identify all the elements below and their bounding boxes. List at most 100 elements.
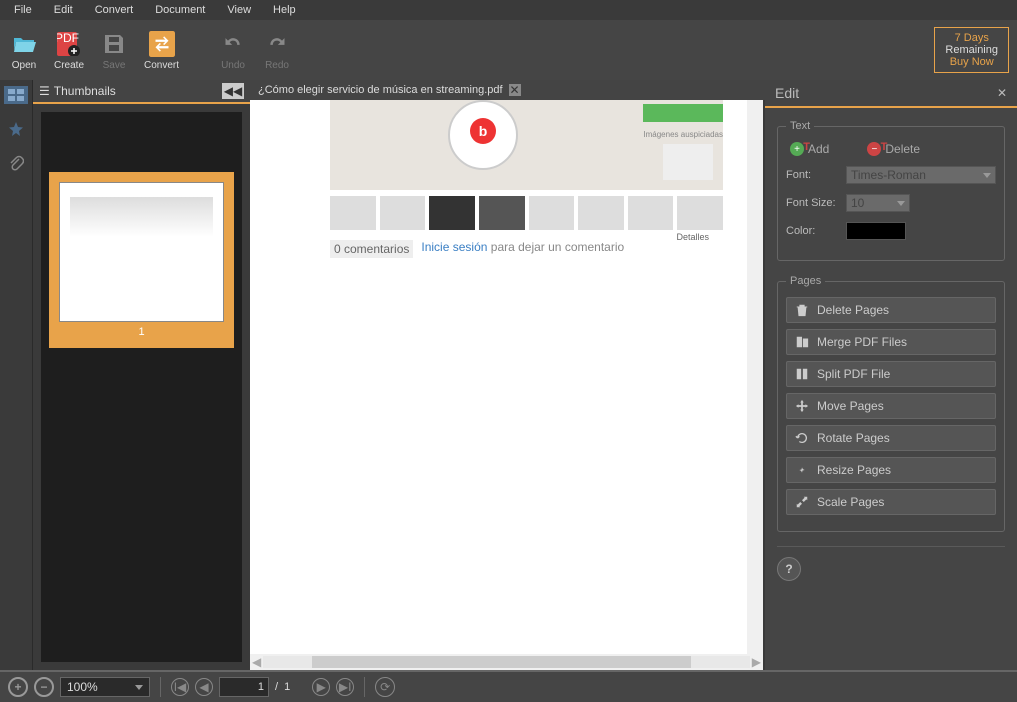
zoom-in-button[interactable]: + xyxy=(8,677,28,697)
thumbnails-panel: ☰ Thumbnails ◀◀ 1 xyxy=(32,80,250,670)
add-text-button[interactable]: + Add xyxy=(790,142,829,156)
chevron-down-icon xyxy=(135,685,143,690)
download-button xyxy=(643,104,723,122)
convert-button[interactable]: Convert xyxy=(142,28,181,73)
trial-buy-label: Buy Now xyxy=(945,56,998,68)
chevron-down-icon xyxy=(897,201,905,206)
pages-fieldset: Pages Delete Pages Merge PDF Files Split… xyxy=(777,275,1005,532)
text-legend: Text xyxy=(786,120,814,132)
document-viewport[interactable]: b Imágenes auspiciadas 0 comentarios Ini… xyxy=(250,100,763,670)
save-button[interactable]: Save xyxy=(98,28,130,73)
beats-logo: b xyxy=(470,118,496,144)
pdf-create-icon: PDF xyxy=(55,30,83,58)
undo-label: Undo xyxy=(221,60,245,71)
minus-icon: − xyxy=(867,142,881,156)
undo-icon xyxy=(219,30,247,58)
document-tab-title: ¿Cómo elegir servicio de música en strea… xyxy=(258,84,503,96)
create-button[interactable]: PDF Create xyxy=(52,28,86,73)
image-row xyxy=(330,196,723,230)
resize-pages-button[interactable]: Resize Pages xyxy=(786,457,996,483)
svg-text:PDF: PDF xyxy=(57,32,79,45)
horizontal-scrollbar[interactable]: ◀ ▶ xyxy=(250,654,763,670)
merge-pdf-button[interactable]: Merge PDF Files xyxy=(786,329,996,355)
page-input[interactable] xyxy=(219,677,269,697)
minus-icon: − xyxy=(40,680,47,694)
menu-file[interactable]: File xyxy=(4,2,42,18)
document-tab[interactable]: ¿Cómo elegir servicio de música en strea… xyxy=(250,80,765,100)
trial-buy-now-button[interactable]: 7 Days Remaining Buy Now xyxy=(934,27,1009,73)
scale-pages-button[interactable]: Scale Pages xyxy=(786,489,996,515)
plus-icon: + xyxy=(14,680,21,694)
last-icon: ▶I xyxy=(339,680,352,694)
menu-edit[interactable]: Edit xyxy=(44,2,83,18)
first-icon: I◀ xyxy=(174,680,187,694)
color-picker[interactable] xyxy=(846,222,906,240)
split-icon xyxy=(795,367,809,381)
move-pages-button[interactable]: Move Pages xyxy=(786,393,996,419)
help-button[interactable]: ? xyxy=(777,557,801,581)
redo-label: Redo xyxy=(265,60,289,71)
menu-bar: File Edit Convert Document View Help xyxy=(0,0,1017,20)
page-separator: / xyxy=(275,681,278,693)
trial-remaining: Remaining xyxy=(945,44,998,56)
delete-text-button[interactable]: − Delete xyxy=(867,142,920,156)
resize-icon xyxy=(795,463,809,477)
thumbnails-header: ☰ Thumbnails ◀◀ xyxy=(33,80,250,104)
attachments-tab[interactable] xyxy=(4,154,28,172)
move-icon xyxy=(795,399,809,413)
scale-icon xyxy=(795,495,809,509)
edit-panel: Edit ✕ Text + Add − Delete xyxy=(765,80,1017,670)
menu-document[interactable]: Document xyxy=(145,2,215,18)
redo-icon xyxy=(263,30,291,58)
vertical-scrollbar[interactable] xyxy=(747,100,763,654)
menu-convert[interactable]: Convert xyxy=(85,2,144,18)
close-tab-button[interactable]: ✕ xyxy=(509,84,521,96)
rotate-pages-button[interactable]: Rotate Pages xyxy=(786,425,996,451)
merge-icon xyxy=(795,335,809,349)
help-icon: ? xyxy=(785,562,792,576)
thumbnails-tab[interactable] xyxy=(4,86,28,104)
undo-button[interactable]: Undo xyxy=(217,28,249,73)
chevron-down-icon xyxy=(983,173,991,178)
prev-page-button[interactable]: ◀ xyxy=(195,678,213,696)
last-page-button[interactable]: ▶I xyxy=(336,678,354,696)
save-icon xyxy=(100,30,128,58)
fontsize-label: Font Size: xyxy=(786,197,846,209)
menu-view[interactable]: View xyxy=(217,2,261,18)
next-page-button[interactable]: ▶ xyxy=(312,678,330,696)
font-label: Font: xyxy=(786,169,846,181)
create-label: Create xyxy=(54,60,84,71)
menu-help[interactable]: Help xyxy=(263,2,306,18)
refresh-icon: ⟳ xyxy=(380,680,390,694)
trash-icon xyxy=(795,303,809,317)
save-label: Save xyxy=(103,60,126,71)
open-button[interactable]: Open xyxy=(8,28,40,73)
zoom-select[interactable]: 100% xyxy=(60,677,150,697)
folder-open-icon xyxy=(10,30,38,58)
close-icon: ✕ xyxy=(510,83,520,97)
rotate-icon xyxy=(795,431,809,445)
side-tabs xyxy=(0,80,32,670)
first-page-button[interactable]: I◀ xyxy=(171,678,189,696)
close-panel-button[interactable]: ✕ xyxy=(997,84,1007,102)
scroll-right-icon[interactable]: ▶ xyxy=(752,655,761,669)
zoom-out-button[interactable]: − xyxy=(34,677,54,697)
bookmarks-tab[interactable] xyxy=(4,120,28,138)
delete-pages-button[interactable]: Delete Pages xyxy=(786,297,996,323)
redo-button[interactable]: Redo xyxy=(261,28,293,73)
thumbnails-list[interactable]: 1 xyxy=(41,112,242,662)
scroll-left-icon[interactable]: ◀ xyxy=(252,655,261,669)
prev-icon: ◀ xyxy=(199,680,208,694)
fontsize-select[interactable]: 10 xyxy=(846,194,910,212)
refresh-button[interactable]: ⟳ xyxy=(375,677,395,697)
thumbnails-title: Thumbnails xyxy=(54,84,116,98)
comments-bar: 0 comentarios Inicie sesión para dejar u… xyxy=(330,240,723,258)
font-select[interactable]: Times-Roman xyxy=(846,166,996,184)
collapse-button[interactable]: ◀◀ xyxy=(222,83,244,99)
text-fieldset: Text + Add − Delete Font: Times-Roman xyxy=(777,120,1005,261)
thumbnail-page-1[interactable]: 1 xyxy=(49,172,234,348)
trial-days: 7 Days xyxy=(945,32,998,44)
edit-panel-title: Edit xyxy=(775,85,799,101)
edit-panel-header: Edit ✕ xyxy=(765,80,1017,108)
split-pdf-button[interactable]: Split PDF File xyxy=(786,361,996,387)
